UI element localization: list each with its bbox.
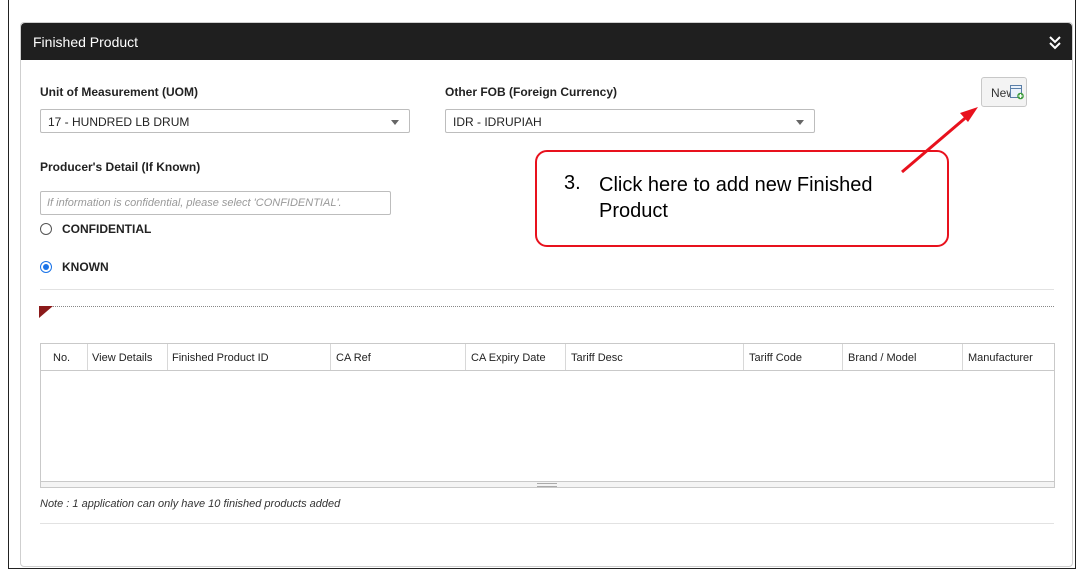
uom-select[interactable]: 17 - HUNDRED LB DRUM <box>40 109 410 133</box>
dotted-separator <box>40 306 1054 307</box>
callout-step-number: 3. <box>564 172 581 194</box>
grid-resize-bar[interactable] <box>41 481 1054 487</box>
resize-grip-icon[interactable] <box>537 483 557 487</box>
radio-known-label: KNOWN <box>62 260 109 274</box>
fob-label: Other FOB (Foreign Currency) <box>445 85 618 99</box>
producer-detail-input[interactable] <box>40 191 391 215</box>
chevron-down-icon <box>796 120 804 125</box>
section-divider <box>40 289 1054 290</box>
radio-button-known[interactable] <box>40 261 52 273</box>
new-button[interactable]: New <box>981 77 1027 107</box>
uom-label: Unit of Measurement (UOM) <box>40 85 199 99</box>
column-header-manufacturer[interactable]: Manufacturer <box>963 344 1055 370</box>
column-header-finished-product-id[interactable]: Finished Product ID <box>168 344 331 370</box>
grid-header: No. View Details Finished Product ID CA … <box>41 344 1054 371</box>
panel-header: Finished Product <box>21 23 1072 60</box>
finished-product-panel: Finished Product Unit of Measurement (UO… <box>20 22 1073 567</box>
producer-label: Producer's Detail (If Known) <box>40 160 201 174</box>
fob-select-value: IDR - IDRUPIAH <box>453 115 542 129</box>
column-header-view-details[interactable]: View Details <box>88 344 168 370</box>
note-text: Note : 1 application can only have 10 fi… <box>40 498 341 510</box>
radio-confidential-label: CONFIDENTIAL <box>62 222 152 236</box>
column-header-no[interactable]: No. <box>41 344 88 370</box>
finished-product-grid: No. View Details Finished Product ID CA … <box>40 343 1055 488</box>
uom-select-value: 17 - HUNDRED LB DRUM <box>48 115 190 129</box>
radio-button-confidential[interactable] <box>40 223 52 235</box>
column-header-brand-model[interactable]: Brand / Model <box>843 344 963 370</box>
chevron-down-icon <box>391 120 399 125</box>
fob-select[interactable]: IDR - IDRUPIAH <box>445 109 815 133</box>
panel-title: Finished Product <box>33 34 139 50</box>
new-document-icon <box>1010 85 1024 100</box>
callout-text: Click here to add new Finished Product <box>599 174 873 222</box>
column-header-tariff-desc[interactable]: Tariff Desc <box>566 344 744 370</box>
column-header-tariff-code[interactable]: Tariff Code <box>744 344 843 370</box>
corner-flag-marker <box>39 306 53 318</box>
instruction-callout: 3. Click here to add new Finished Produc… <box>535 150 949 247</box>
double-chevron-down-icon[interactable] <box>1048 34 1062 50</box>
bottom-divider <box>40 523 1054 524</box>
column-header-ca-expiry-date[interactable]: CA Expiry Date <box>466 344 566 370</box>
column-header-ca-ref[interactable]: CA Ref <box>331 344 466 370</box>
